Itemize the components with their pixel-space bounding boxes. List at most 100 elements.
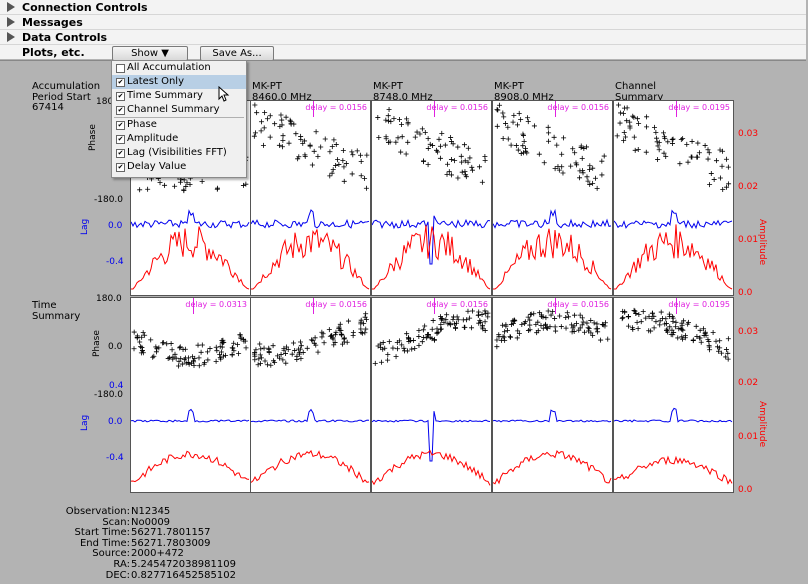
- amp-tick: 0.01: [738, 432, 759, 442]
- phase-point: [358, 329, 364, 335]
- phase-point: [419, 126, 425, 132]
- phase-point: [545, 124, 551, 130]
- phase-point: [706, 150, 712, 156]
- expand-arrow-icon[interactable]: [7, 17, 15, 27]
- phase-point: [335, 157, 341, 163]
- checkbox-icon[interactable]: ✔: [116, 163, 125, 172]
- phase-point: [458, 153, 464, 159]
- phase-point: [680, 136, 686, 142]
- menu-item-channel-summary[interactable]: ✔ Channel Summary: [112, 103, 246, 117]
- amplitude-line: [251, 229, 370, 290]
- lag-line: [131, 408, 250, 423]
- checkbox-icon[interactable]: ✔: [116, 135, 125, 144]
- phase-point: [438, 326, 444, 332]
- phase-point: [262, 358, 268, 364]
- info-value: 0.827716452585102: [131, 569, 236, 581]
- section-messages[interactable]: Messages: [0, 15, 806, 30]
- phase-point: [588, 317, 594, 323]
- amp-axis-label: Amplitude: [757, 219, 767, 266]
- delay-value-label: delay = 0.0156: [547, 103, 609, 112]
- checkbox-icon[interactable]: [116, 64, 125, 73]
- phase-point: [393, 354, 399, 360]
- checkbox-icon[interactable]: ✔: [116, 121, 125, 130]
- phase-point: [634, 319, 640, 325]
- phase-point: [653, 319, 659, 325]
- phase-point: [655, 143, 661, 149]
- phase-point: [632, 147, 638, 153]
- phase-point: [298, 343, 304, 349]
- phase-point: [164, 341, 170, 347]
- menu-item-amplitude[interactable]: ✔ Amplitude: [112, 132, 246, 146]
- phase-point: [322, 136, 328, 142]
- phase-point: [590, 165, 596, 171]
- phase-point: [376, 134, 382, 140]
- phase-point: [501, 114, 507, 120]
- phase-point: [469, 167, 475, 173]
- expand-arrow-icon[interactable]: [7, 32, 15, 42]
- phase-point: [678, 137, 684, 143]
- section-connection-controls[interactable]: Connection Controls: [0, 0, 806, 15]
- phase-point: [621, 105, 627, 111]
- phase-point: [279, 117, 285, 123]
- phase-point: [538, 322, 544, 328]
- phase-point: [395, 135, 401, 141]
- checkbox-icon[interactable]: ✔: [116, 106, 125, 115]
- menu-item-phase[interactable]: ✔ Phase: [112, 118, 246, 132]
- phase-point: [565, 314, 571, 320]
- phase-point: [514, 335, 520, 341]
- show-menu-button[interactable]: Show ▼: [112, 46, 188, 61]
- phase-point: [267, 134, 273, 140]
- delay-value-label: delay = 0.0195: [668, 103, 730, 112]
- phase-point: [452, 158, 458, 164]
- phase-point: [546, 130, 552, 136]
- checkbox-icon[interactable]: ✔: [116, 92, 125, 101]
- menu-item-all-accumulation-periods[interactable]: All Accumulation Periods: [112, 61, 246, 87]
- phase-point: [536, 151, 542, 157]
- delay-value-label: delay = 0.0195: [668, 300, 730, 309]
- amplitude-line: [614, 224, 733, 290]
- menu-item-delay-value[interactable]: ✔ Delay Value: [112, 160, 246, 174]
- expand-arrow-icon[interactable]: [7, 2, 15, 12]
- phase-point: [685, 159, 691, 165]
- phase-point: [617, 120, 623, 126]
- section-data-controls[interactable]: Data Controls: [0, 30, 806, 45]
- phase-point: [199, 342, 205, 348]
- phase-point: [705, 156, 711, 162]
- checkbox-icon[interactable]: ✔: [116, 78, 125, 87]
- phase-point: [632, 308, 638, 314]
- phase-tick: 180.0: [96, 294, 122, 304]
- phase-point: [614, 133, 620, 139]
- lag-line: [614, 209, 733, 230]
- phase-point: [505, 136, 511, 142]
- phase-point: [436, 136, 442, 142]
- phase-point: [717, 338, 723, 344]
- phase-point: [168, 341, 174, 347]
- phase-point: [341, 178, 347, 184]
- phase-axis-label: Phase: [88, 124, 98, 151]
- phase-point: [363, 185, 369, 191]
- phase-point: [659, 315, 665, 321]
- phase-point: [429, 326, 435, 332]
- phase-point: [257, 361, 263, 367]
- phase-point: [363, 326, 369, 332]
- lag-line: [251, 408, 370, 423]
- save-as-button[interactable]: Save As...: [200, 46, 274, 61]
- menu-item-lag-visibilities-fft[interactable]: ✔ Lag (Visibilities FFT): [112, 146, 246, 160]
- phase-point: [401, 345, 407, 351]
- phase-point: [505, 124, 511, 130]
- phase-point: [695, 154, 701, 160]
- delay-value-label: delay = 0.0156: [426, 300, 488, 309]
- phase-point: [552, 324, 558, 330]
- phase-point: [390, 345, 396, 351]
- lag-line: [372, 215, 491, 265]
- phase-point: [494, 123, 500, 129]
- amplitude-line: [251, 449, 370, 483]
- phase-point: [574, 320, 580, 326]
- phase-point: [286, 140, 292, 146]
- phase-point: [601, 153, 607, 159]
- phase-point: [363, 317, 369, 323]
- phase-point: [213, 344, 219, 350]
- phase-point: [251, 133, 257, 139]
- phase-point: [257, 341, 263, 347]
- checkbox-icon[interactable]: ✔: [116, 149, 125, 158]
